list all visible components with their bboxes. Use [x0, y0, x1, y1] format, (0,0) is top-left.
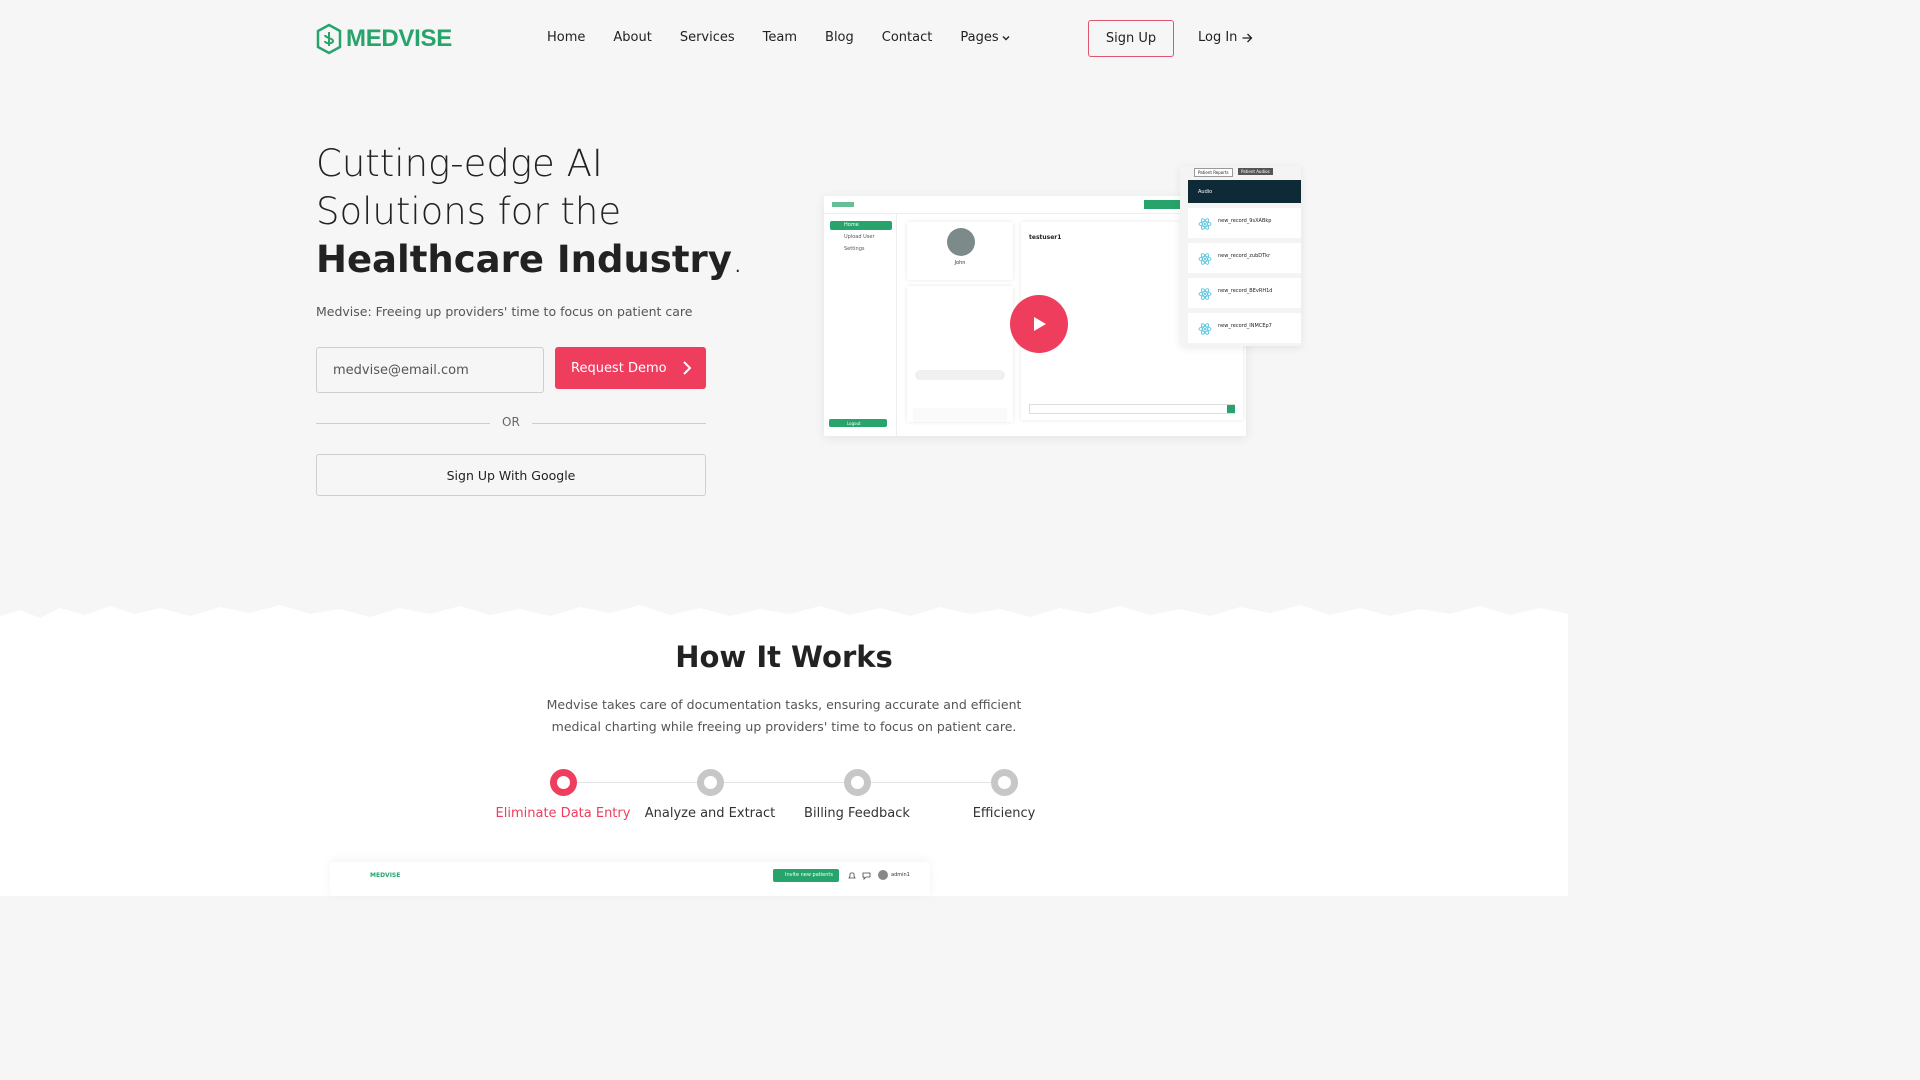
- atom-icon: [1198, 323, 1212, 335]
- play-icon: [1034, 317, 1046, 331]
- preview-profile-name: John: [954, 260, 966, 266]
- nav-link-pages[interactable]: Pages: [960, 30, 1010, 45]
- preview-record-name: new_record_BEvRH1d: [1218, 288, 1273, 294]
- preview-username: admin1: [891, 872, 910, 878]
- preview-chat-input: [1029, 404, 1235, 414]
- bell-icon: [848, 872, 856, 879]
- preview-record-item: new_record_zubDTkr: [1188, 243, 1301, 273]
- preview-record-item: new_record_INMCEp7: [1188, 313, 1301, 343]
- preview-audio-panel: Patient Reports Patient Audios Audio new…: [1180, 166, 1301, 346]
- how-title-light: How: [675, 640, 747, 674]
- preview-logo: [832, 202, 854, 207]
- step-label-efficiency[interactable]: Efficiency: [924, 806, 1084, 821]
- nav-link-home[interactable]: Home: [547, 30, 585, 45]
- preview-tab-reports: Patient Reports: [1194, 168, 1233, 177]
- preview-logo-text: MEDVISE: [370, 872, 401, 879]
- login-label: Log In: [1198, 30, 1238, 45]
- preview-tab-audios: Patient Audios: [1238, 168, 1273, 175]
- nav-links: Home About Services Team Blog Contact Pa…: [547, 30, 1010, 45]
- preview-panel-title: Audio: [1188, 180, 1301, 203]
- nav-link-services[interactable]: Services: [680, 30, 735, 45]
- preview-chat-user: testuser1: [1029, 234, 1062, 241]
- nav-link-pages-label: Pages: [960, 30, 999, 45]
- or-divider: OR: [316, 414, 706, 432]
- email-input[interactable]: [316, 347, 544, 393]
- preview-record-name: new_record_zubDTkr: [1218, 253, 1271, 259]
- preview-invite-pill: Invite new patients: [773, 869, 839, 882]
- atom-icon: [1198, 288, 1212, 300]
- request-demo-button[interactable]: Request Demo: [555, 347, 706, 389]
- top-navigation: MEDVISE Home About Services Team Blog Co…: [0, 0, 1568, 78]
- google-signup-button[interactable]: Sign Up With Google: [316, 454, 706, 496]
- hero-title-line2: Solutions for the: [316, 190, 622, 233]
- divider-line-left: [316, 423, 490, 424]
- preview-audio-player: [915, 370, 1005, 380]
- steps-connector: [563, 782, 1004, 783]
- how-title-bold: It Works: [756, 640, 893, 674]
- step-dot-analyze-and-extract[interactable]: [697, 769, 724, 796]
- brand-name: MEDVISE: [346, 25, 452, 52]
- step-label-billing-feedback[interactable]: Billing Feedback: [777, 806, 937, 821]
- step-label-eliminate-data-entry[interactable]: Eliminate Data Entry: [483, 806, 643, 821]
- nav-link-contact[interactable]: Contact: [882, 30, 933, 45]
- chevron-right-icon: [683, 361, 692, 375]
- preview-record-name: new_record_INMCEp7: [1218, 323, 1272, 329]
- signup-button[interactable]: Sign Up: [1088, 20, 1174, 57]
- brand-logo[interactable]: MEDVISE: [316, 23, 452, 55]
- step-label-analyze-and-extract[interactable]: Analyze and Extract: [630, 806, 790, 821]
- nav-link-team[interactable]: Team: [763, 30, 797, 45]
- atom-icon: [1198, 253, 1212, 265]
- medical-hexagon-icon: [316, 23, 342, 55]
- preview-invite-button: [1144, 200, 1184, 209]
- hero-title-line1: Cutting-edge AI: [316, 142, 603, 185]
- atom-icon: [1198, 218, 1212, 230]
- request-demo-label: Request Demo: [571, 360, 667, 376]
- arrow-right-icon: [1242, 33, 1253, 42]
- preview-details-card: [907, 286, 1013, 422]
- login-button[interactable]: Log In: [1198, 30, 1253, 45]
- preview-sidebar: Home Upload User Settings Logout: [824, 214, 897, 436]
- step-dot-eliminate-data-entry[interactable]: [550, 769, 577, 796]
- avatar: [878, 870, 888, 880]
- hero-title-period: .: [731, 238, 744, 281]
- chevron-down-icon: [1002, 35, 1010, 40]
- preview-record-name: new_record_9sXABkp: [1218, 218, 1272, 224]
- play-video-button[interactable]: [1010, 295, 1068, 353]
- nav-link-about[interactable]: About: [613, 30, 651, 45]
- step-dot-billing-feedback[interactable]: [844, 769, 871, 796]
- preview-send-button: [1227, 405, 1235, 413]
- preview-sidebar-upload: Upload User: [844, 234, 875, 240]
- preview-profile-card: John: [907, 222, 1013, 280]
- how-it-works-description: Medvise takes care of documentation task…: [546, 697, 1022, 734]
- hero-title: Cutting-edge AI Solutions for the Health…: [316, 140, 796, 284]
- chat-icon: [862, 872, 871, 880]
- how-it-works-title: How It Works: [0, 640, 1568, 674]
- preview-avatar: [947, 228, 975, 256]
- hero-title-bold: Healthcare Industry: [316, 238, 732, 281]
- divider-line-right: [532, 423, 706, 424]
- step-dot-efficiency[interactable]: [991, 769, 1018, 796]
- preview-record-item: new_record_9sXABkp: [1188, 208, 1301, 238]
- nav-link-blog[interactable]: Blog: [825, 30, 854, 45]
- preview-sidebar-home: Home: [830, 221, 892, 230]
- step-preview-image: MEDVISE Invite new patients admin1: [330, 862, 930, 896]
- preview-logout-button: Logout: [829, 419, 887, 427]
- or-label: OR: [502, 415, 520, 429]
- preview-record-item: new_record_BEvRH1d: [1188, 278, 1301, 308]
- preview-sidebar-settings: Settings: [844, 246, 865, 252]
- preview-notes: [913, 408, 1007, 422]
- hero-subtitle: Medvise: Freeing up providers' time to f…: [316, 304, 693, 319]
